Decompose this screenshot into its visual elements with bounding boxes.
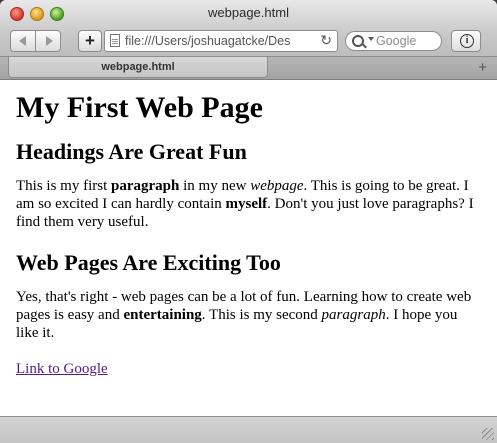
add-bookmark-button[interactable]: + (78, 30, 102, 52)
bold-text: paragraph (111, 178, 180, 194)
search-placeholder: Google (376, 34, 417, 48)
page-title: My First Web Page (16, 91, 263, 124)
italic-text: webpage (250, 178, 304, 194)
tab-webpage[interactable]: webpage.html (8, 57, 268, 78)
tab-bar: webpage.html + (0, 57, 497, 80)
paragraph-text: This is my first (16, 178, 112, 194)
title-bar: webpage.html + file:///Users/joshuagatck… (0, 0, 497, 57)
new-tab-icon[interactable]: + (478, 59, 487, 76)
forward-button[interactable] (35, 30, 61, 52)
page-content: My First Web Page Headings Are Great Fun… (0, 80, 497, 416)
browser-window: webpage.html + file:///Users/joshuagatck… (0, 0, 497, 443)
bold-text: entertaining (123, 307, 202, 323)
paragraph-text: . This is my second (201, 307, 322, 323)
back-button[interactable] (10, 30, 36, 52)
chevron-left-icon (19, 36, 26, 46)
paragraph-text: in my new (179, 178, 251, 194)
section-heading-1: Headings Are Great Fun (16, 139, 247, 164)
google-link[interactable]: Link to Google (16, 361, 108, 377)
address-bar[interactable]: file:///Users/joshuagatcke/Des ↻ (104, 30, 338, 52)
section-paragraph-2: Yes, that's right - web pages can be a l… (16, 288, 481, 342)
info-icon: i (460, 34, 474, 48)
chevron-right-icon (46, 36, 53, 46)
tab-label: webpage.html (101, 61, 175, 73)
info-button[interactable]: i (451, 30, 481, 52)
chevron-down-icon (368, 37, 374, 41)
section-heading-2: Web Pages Are Exciting Too (16, 250, 281, 275)
italic-text: paragraph (321, 307, 386, 323)
section-paragraph-1: This is my first paragraph in my new web… (16, 177, 481, 231)
search-icon (352, 35, 364, 47)
reload-icon[interactable]: ↻ (320, 32, 332, 49)
bold-text: myself (225, 196, 268, 212)
address-text: file:///Users/joshuagatcke/Des (125, 34, 291, 48)
page-icon (110, 34, 120, 47)
search-input[interactable]: Google (345, 31, 442, 51)
status-bar (0, 416, 497, 443)
resize-handle[interactable] (482, 428, 494, 440)
window-title: webpage.html (208, 5, 289, 20)
